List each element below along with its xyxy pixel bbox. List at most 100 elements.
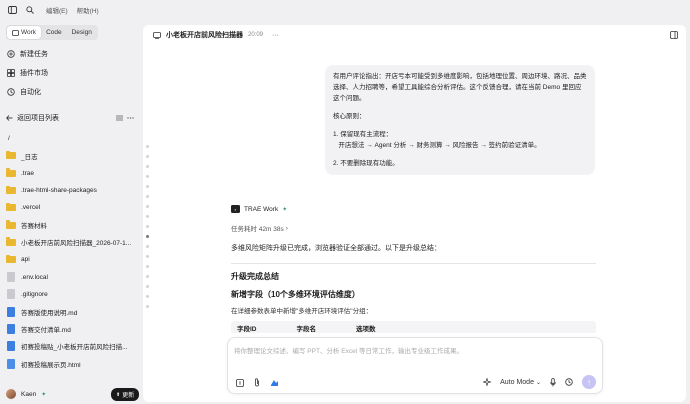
- back-to-projects-button[interactable]: 返回项目列表: [6, 113, 59, 123]
- folder-icon: [6, 237, 16, 246]
- mode-code-label: Code: [46, 29, 62, 36]
- search-icon[interactable]: [26, 6, 34, 14]
- mode-selector[interactable]: Auto Mode ⌄: [500, 379, 541, 386]
- folder-icon: [6, 150, 16, 160]
- mode-switcher: Work Code Design: [6, 25, 98, 40]
- mode-work[interactable]: Work: [7, 26, 42, 39]
- tree-item[interactable]: .trae: [6, 165, 134, 182]
- file-icon: [7, 272, 15, 283]
- tree-root[interactable]: /: [6, 130, 134, 147]
- summary-paragraph: 在详细参数表单中新增"多维开店环境评估"分组：: [231, 308, 373, 315]
- tree-item-name: 答赛版使用说明.md: [21, 309, 78, 317]
- user-message-para: 核心原则：: [333, 113, 366, 120]
- project-header: 返回项目列表: [6, 113, 134, 123]
- tree-item[interactable]: api: [6, 251, 134, 268]
- new-task-button[interactable]: 新建任务: [7, 49, 48, 59]
- task-title: 小老板开店前风险扫描器: [166, 32, 243, 39]
- automation-button[interactable]: 自动化: [7, 87, 41, 97]
- table-header-cell: 字段ID: [237, 326, 257, 333]
- user-message-para: 有用户评论指出：开店亏本可能受到多维度影响，包括地理位置、周边环境、路况、品类选…: [333, 73, 587, 102]
- fields-table-header: 字段ID 字段名 选项数: [231, 321, 596, 333]
- attachment-panel-icon[interactable]: [236, 378, 244, 387]
- folder-icon: [6, 254, 16, 264]
- update-button[interactable]: ⬆ 更新: [111, 388, 140, 401]
- menu-edit[interactable]: 编辑(E): [46, 5, 68, 15]
- message-input[interactable]: [234, 345, 594, 365]
- update-icon: ⬆: [116, 391, 121, 398]
- agent-header: ▪ TRAE Work ✦: [231, 205, 287, 213]
- tree-item-name: .gitignore: [21, 290, 48, 298]
- document-icon: [7, 323, 15, 334]
- folder-icon: [6, 168, 16, 177]
- plugin-icon: [7, 69, 15, 77]
- table-header-cell: 选项数: [356, 326, 376, 333]
- tree-item[interactable]: 小老板开店前风险扫描器_2026-07-1...: [6, 234, 134, 251]
- integration-icon[interactable]: [270, 379, 279, 387]
- tree-item-name: 初赛投稿展示页.html: [21, 361, 81, 369]
- file-icon: [7, 289, 15, 300]
- mode-design[interactable]: Design: [67, 26, 97, 39]
- sidebar-toggle-icon[interactable]: [8, 6, 17, 14]
- task-time: 20:09: [248, 32, 264, 38]
- tree-item[interactable]: .vercel: [6, 199, 134, 216]
- panel-toggle-icon[interactable]: [670, 31, 678, 39]
- arrow-up-icon: ↑: [587, 377, 591, 387]
- tree-item-name: .env.local: [21, 273, 48, 281]
- send-button[interactable]: ↑: [582, 375, 596, 389]
- tree-item-name: 答赛材料: [21, 223, 47, 231]
- new-task-label: 新建任务: [20, 51, 48, 58]
- tree-item[interactable]: 初赛投稿贴_小老板开店前风险扫描...: [6, 338, 134, 355]
- menu-help[interactable]: 帮助(H): [77, 5, 99, 15]
- tree-item-name: .trae-html-share-packages: [21, 187, 97, 195]
- arrow-left-icon: [6, 115, 13, 121]
- tree-item-name: 答赛交付清单.md: [21, 326, 71, 334]
- tree-item[interactable]: .trae-html-share-packages: [6, 182, 134, 199]
- mode-selector-label: Auto Mode: [500, 378, 534, 386]
- folder-icon: [6, 185, 16, 195]
- user-message-para: 2. 不要删除现有功能。: [333, 160, 399, 167]
- user-message-para: 1. 保留现有主流程： 开店想法 → Agent 分析 → 财务测算 → 风险报…: [333, 131, 541, 149]
- microphone-icon[interactable]: [550, 377, 556, 387]
- task-elapsed-label: 任务耗时 42m 38s: [231, 226, 284, 233]
- folder-icon: [6, 220, 16, 229]
- chevron-right-icon: ›: [285, 224, 288, 232]
- tree-item[interactable]: .env.local: [6, 268, 134, 285]
- divider: [231, 263, 596, 264]
- back-to-projects-label: 返回项目列表: [17, 115, 59, 122]
- mode-code[interactable]: Code: [41, 26, 67, 39]
- tree-item[interactable]: 答赛材料: [6, 216, 134, 233]
- message-navigator[interactable]: [146, 145, 150, 315]
- tree-item[interactable]: 答赛交付清单.md: [6, 320, 134, 337]
- avatar: [6, 389, 16, 399]
- html-file-icon: [7, 358, 15, 369]
- list-view-icon[interactable]: [116, 115, 123, 121]
- trae-logo-icon: ▪: [231, 205, 240, 213]
- paperclip-icon[interactable]: [254, 378, 260, 387]
- sparkle-icon: ✦: [282, 206, 288, 213]
- tree-item-name: .vercel: [21, 204, 41, 212]
- tree-item-name: _日志: [21, 153, 38, 161]
- mode-design-label: Design: [71, 29, 92, 36]
- task-elapsed[interactable]: 任务耗时 42m 38s ›: [231, 223, 288, 234]
- clock-icon: [7, 88, 15, 96]
- tree-item[interactable]: 初赛投稿展示页.html: [6, 355, 134, 372]
- tree-item[interactable]: _日志: [6, 147, 134, 164]
- more-icon[interactable]: [127, 115, 134, 121]
- tree-item-name: 初赛投稿贴_小老板开店前风险扫描...: [21, 344, 128, 352]
- summary-subheading: 新增字段（10个多维环境评估维度）: [231, 290, 360, 299]
- automation-label: 自动化: [20, 89, 41, 96]
- agent-name: TRAE Work: [244, 205, 279, 213]
- sidebar: 编辑(E) 帮助(H) Work Code Design 新建任务 插件市场 自…: [0, 0, 140, 404]
- work-icon: [12, 29, 19, 36]
- composer: Auto Mode ⌄ ↑: [227, 337, 603, 394]
- sparkle-tool-icon[interactable]: [483, 378, 492, 386]
- task-menu-icon[interactable]: ···: [272, 32, 279, 39]
- chevron-down-icon: ⌄: [535, 379, 541, 386]
- user-profile[interactable]: Kaen ✦: [6, 389, 46, 399]
- tree-item[interactable]: .gitignore: [6, 286, 134, 303]
- tree-item[interactable]: 答赛版使用说明.md: [6, 303, 134, 320]
- history-icon[interactable]: [565, 378, 573, 386]
- plugin-market-button[interactable]: 插件市场: [7, 68, 48, 78]
- tree-item-name: api: [21, 256, 30, 264]
- mode-work-label: Work: [21, 29, 37, 36]
